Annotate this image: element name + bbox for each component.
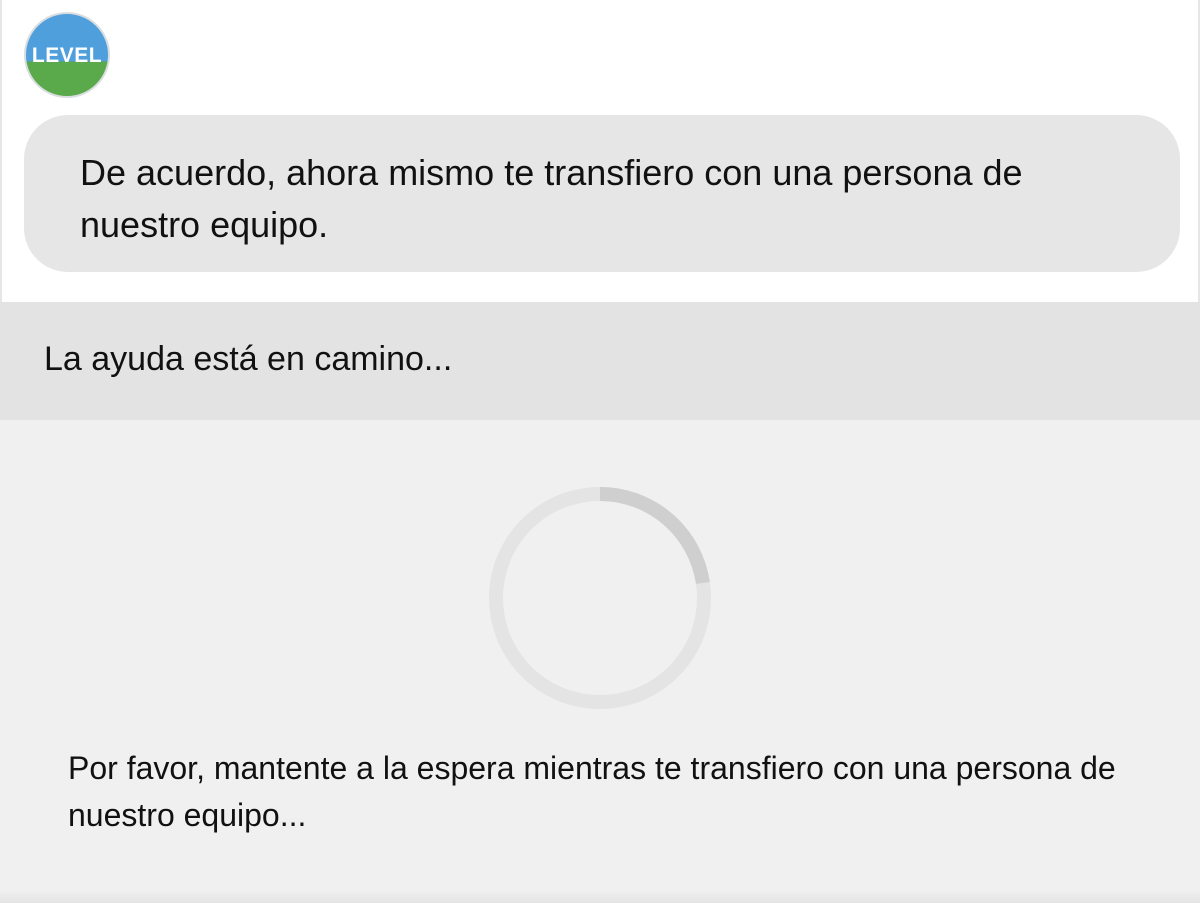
bot-message-bubble: De acuerdo, ahora mismo te transfiero co… bbox=[24, 115, 1180, 272]
avatar-logo-text: LEVEL bbox=[31, 44, 103, 67]
status-text: La ayuda está en camino... bbox=[44, 339, 453, 378]
bot-avatar: LEVEL bbox=[24, 12, 110, 98]
spinner-arc bbox=[599, 487, 710, 585]
bottom-shade bbox=[0, 891, 1200, 903]
loading-spinner-icon bbox=[489, 487, 711, 709]
chat-area: LEVEL De acuerdo, ahora mismo te transfi… bbox=[0, 0, 1200, 302]
wait-message: Por favor, mantente a la espera mientras… bbox=[68, 750, 1116, 833]
transfer-panel: Por favor, mantente a la espera mientras… bbox=[0, 420, 1200, 903]
bot-message-text: De acuerdo, ahora mismo te transfiero co… bbox=[80, 152, 1023, 245]
status-bar: La ayuda está en camino... bbox=[0, 302, 1200, 420]
